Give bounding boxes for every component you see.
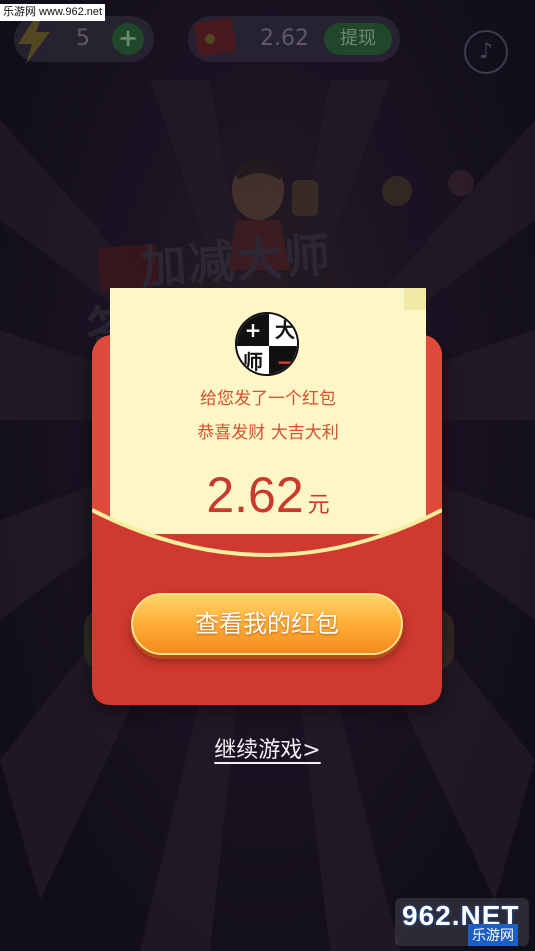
view-red-envelope-button[interactable]: 查看我的红包: [131, 593, 403, 655]
reward-amount-value: 2.62: [206, 467, 304, 523]
popup-message-line2: 恭喜发财 大吉大利: [197, 423, 339, 443]
watermark-bottom-sub: 乐游网: [468, 924, 518, 946]
continue-game-link[interactable]: 继续游戏>: [214, 738, 320, 763]
app-logo: + 大 师 −: [235, 312, 299, 376]
reward-amount: 2.62 元: [110, 466, 426, 524]
logo-plus: +: [237, 314, 269, 346]
popup-message-line1: 给您发了一个红包: [200, 389, 336, 409]
letter-fold: [404, 288, 426, 310]
reward-amount-unit: 元: [307, 493, 330, 518]
logo-da: 大: [269, 314, 297, 346]
continue-game-link-row: 继续游戏>: [0, 732, 535, 764]
watermark-top: 乐游网 www.962.net: [0, 4, 105, 21]
logo-minus: −: [269, 346, 297, 374]
logo-shi: 师: [237, 346, 269, 374]
